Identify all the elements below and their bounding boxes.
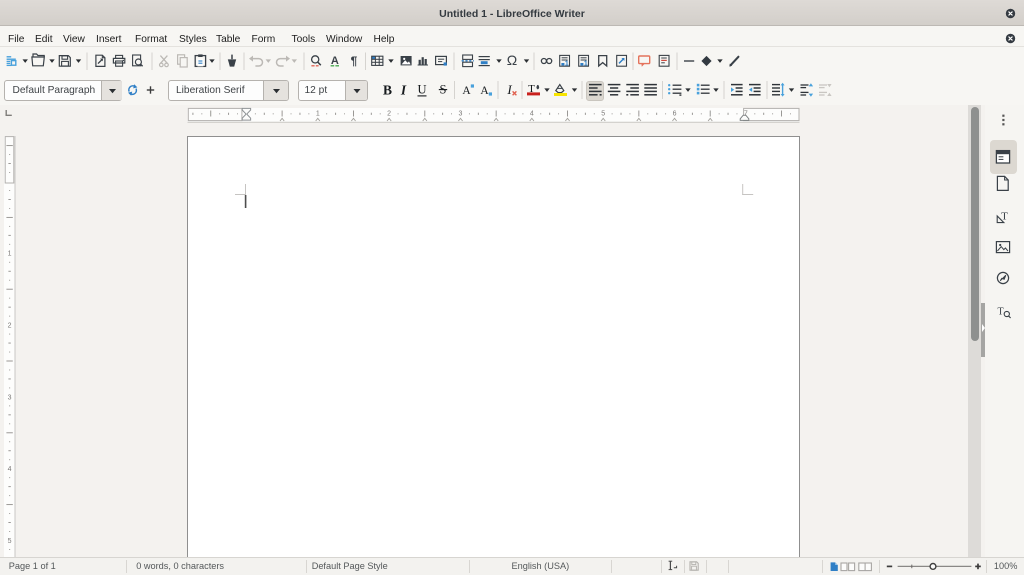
svg-text:1: 1	[316, 110, 320, 117]
svg-text:4: 4	[530, 110, 534, 117]
svg-text:3: 3	[8, 394, 12, 401]
svg-text:1: 1	[8, 251, 12, 258]
svg-text:Ω: Ω	[507, 52, 517, 68]
svg-text:5: 5	[601, 110, 605, 117]
svg-text:A: A	[331, 55, 339, 67]
svg-text:6: 6	[673, 110, 677, 117]
svg-text:A: A	[462, 85, 471, 97]
svg-text:U: U	[417, 83, 426, 97]
svg-text:A: A	[480, 85, 489, 97]
svg-text:I: I	[506, 82, 512, 97]
svg-text:5: 5	[8, 538, 12, 545]
svg-text:1: 1	[565, 61, 569, 68]
svg-text:1: 1	[584, 61, 588, 68]
svg-text:2: 2	[8, 323, 12, 330]
svg-text:2: 2	[387, 110, 391, 117]
svg-text:7: 7	[744, 110, 748, 117]
svg-text:B: B	[383, 82, 392, 97]
svg-text:I: I	[400, 82, 407, 97]
svg-text:3: 3	[459, 110, 463, 117]
svg-text:T: T	[997, 307, 1003, 318]
svg-text:¶: ¶	[351, 54, 358, 68]
svg-text:4: 4	[8, 466, 12, 473]
